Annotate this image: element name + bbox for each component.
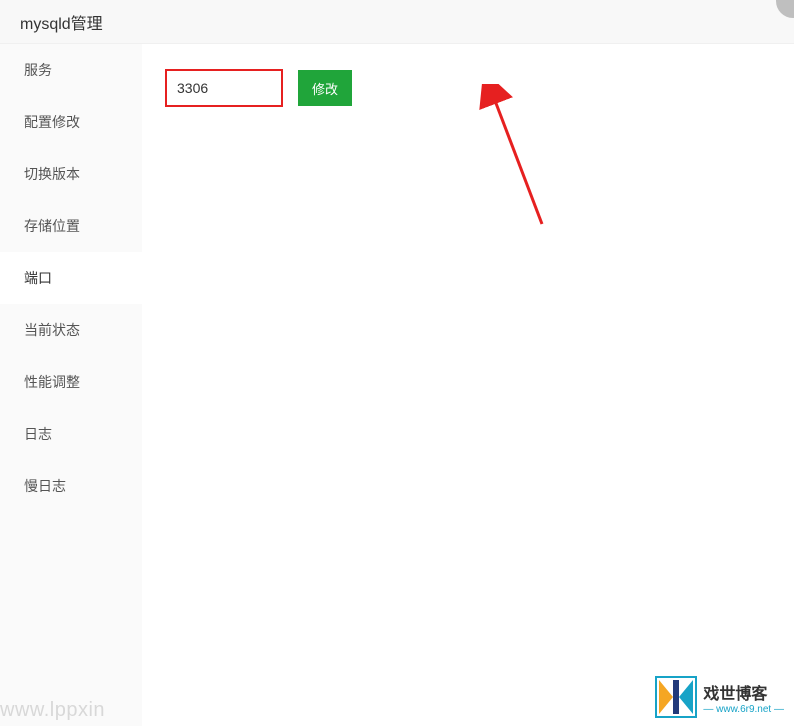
sidebar-item-version[interactable]: 切换版本 [0,148,142,200]
panel-title: mysqld管理 [20,16,103,33]
modify-button[interactable]: 修改 [298,70,352,106]
sidebar-item-label: 配置修改 [24,114,80,130]
sidebar-item-label: 切换版本 [24,166,80,182]
logo-title: 戏世博客 [703,680,767,704]
sidebar-item-port[interactable]: 端口 [0,252,142,304]
sidebar: 服务 配置修改 切换版本 存储位置 端口 当前状态 性能调整 日志 慢日志 [0,44,142,726]
sidebar-item-label: 当前状态 [24,322,80,338]
sidebar-item-service[interactable]: 服务 [0,44,142,96]
sidebar-item-label: 慢日志 [24,478,66,494]
sidebar-item-label: 存储位置 [24,218,80,234]
port-form-row: 修改 [166,70,770,106]
watermark-left: www.lppxin [0,699,105,722]
sidebar-item-label: 服务 [24,62,52,78]
watermark-left-text: www.lppxin [0,699,105,721]
logo-icon [655,676,697,718]
port-input[interactable] [166,70,282,106]
sidebar-item-performance[interactable]: 性能调整 [0,356,142,408]
content-area: 修改 [142,44,794,726]
sidebar-item-slowlog[interactable]: 慢日志 [0,460,142,512]
sidebar-item-config[interactable]: 配置修改 [0,96,142,148]
panel-header: mysqld管理 [0,0,794,44]
sidebar-item-label: 性能调整 [24,374,80,390]
sidebar-item-label: 端口 [24,270,52,286]
sidebar-item-log[interactable]: 日志 [0,408,142,460]
logo-text-block: 戏世博客 — www.6r9.net — [703,680,784,715]
watermark-right: 戏世博客 — www.6r9.net — [655,676,784,718]
sidebar-item-status[interactable]: 当前状态 [0,304,142,356]
sidebar-item-label: 日志 [24,426,52,442]
arrow-annotation-icon [442,84,562,234]
sidebar-item-storage[interactable]: 存储位置 [0,200,142,252]
logo-subtitle: — www.6r9.net — [703,704,784,715]
main-container: 服务 配置修改 切换版本 存储位置 端口 当前状态 性能调整 日志 慢日志 修改 [0,44,794,726]
